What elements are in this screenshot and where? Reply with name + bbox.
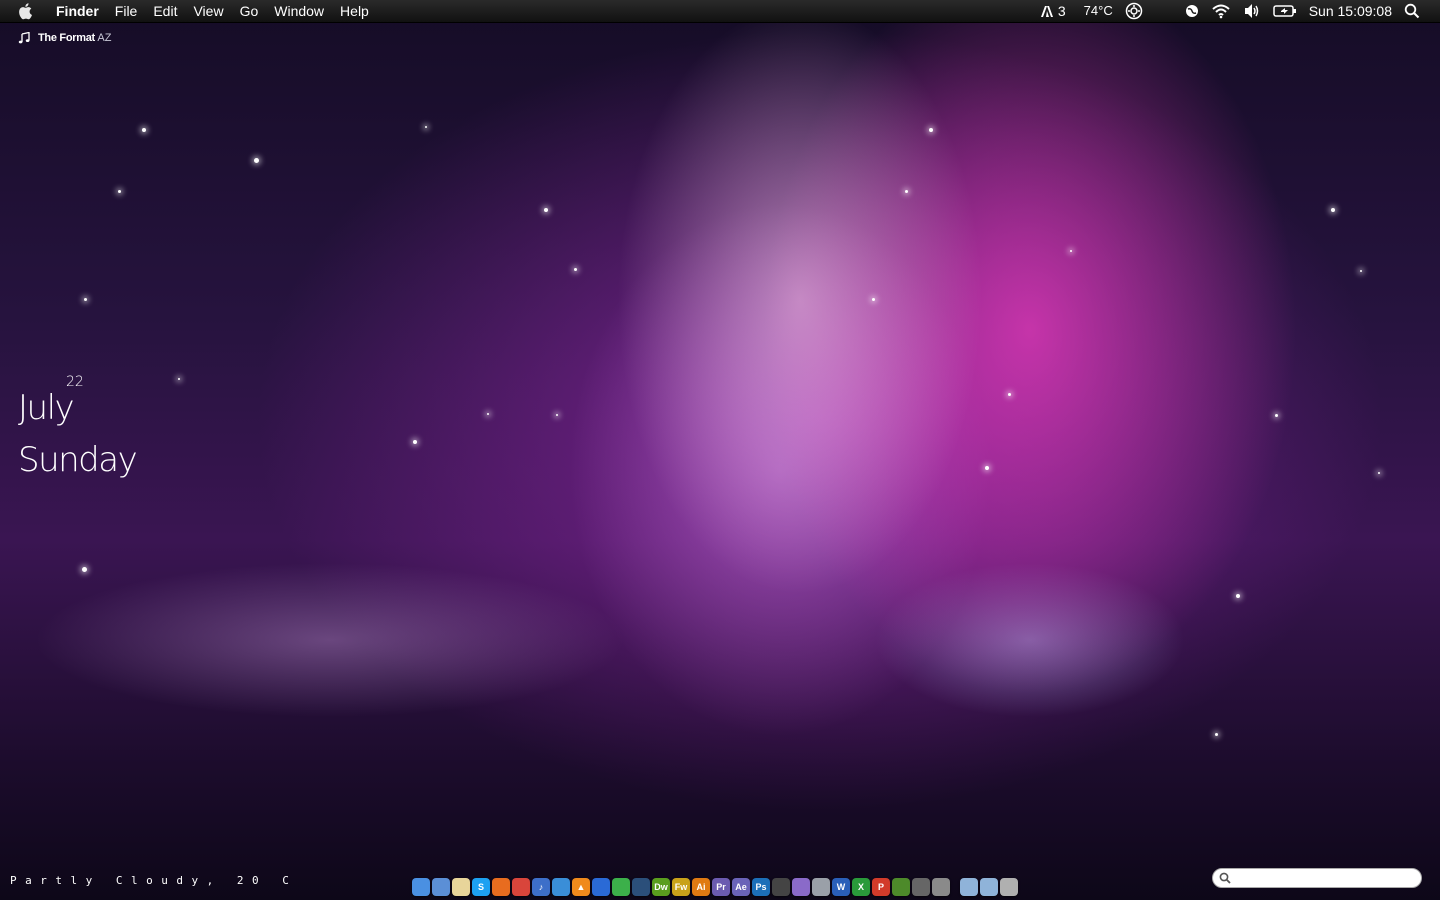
notes-icon[interactable]: [452, 878, 470, 896]
menu-bar: Finder File Edit View Go Window Help 3 7…: [0, 0, 1440, 23]
battery-icon[interactable]: [1267, 4, 1303, 18]
menu-go[interactable]: Go: [232, 0, 267, 22]
adobe-updater-status[interactable]: 3: [1034, 0, 1072, 22]
menu-view[interactable]: View: [185, 0, 231, 22]
dock: S ♪ ▲ Dw Fw Ai Pr Ae Ps W X P: [412, 868, 1018, 896]
menu-help[interactable]: Help: [332, 0, 377, 22]
app-dark-icon[interactable]: [632, 878, 650, 896]
after-effects-icon[interactable]: Ae: [732, 878, 750, 896]
documents-folder-icon[interactable]: [980, 878, 998, 896]
adobe-count: 3: [1057, 3, 1066, 19]
menubar-clock[interactable]: Sun 15:09:08: [1303, 0, 1398, 22]
menu-file[interactable]: File: [107, 0, 146, 22]
gear-icon[interactable]: [1119, 2, 1149, 20]
excel-icon[interactable]: X: [852, 878, 870, 896]
applications-folder-icon[interactable]: [960, 878, 978, 896]
trash-icon[interactable]: [1000, 878, 1018, 896]
disk-utility-icon[interactable]: [812, 878, 830, 896]
system-prefs-icon[interactable]: [932, 878, 950, 896]
xcode-icon[interactable]: [592, 878, 610, 896]
music-note-icon: [18, 32, 30, 44]
now-playing-album: AZ: [97, 32, 112, 44]
temperature-readout[interactable]: 74°C: [1078, 0, 1119, 22]
apple-menu-icon[interactable]: [18, 2, 36, 20]
date-month: July: [18, 388, 75, 428]
adobe-icon: [1040, 5, 1053, 17]
itunes-icon[interactable]: ♪: [532, 878, 550, 896]
chrome-icon[interactable]: [512, 878, 530, 896]
vlc-icon[interactable]: ▲: [572, 878, 590, 896]
globe-icon[interactable]: [1179, 4, 1205, 18]
finder-icon[interactable]: [412, 878, 430, 896]
menu-app-name[interactable]: Finder: [48, 0, 107, 22]
illustrator-icon[interactable]: Ai: [692, 878, 710, 896]
powerpoint-icon[interactable]: P: [872, 878, 890, 896]
menu-edit[interactable]: Edit: [145, 0, 185, 22]
app-green-icon[interactable]: [612, 878, 630, 896]
now-playing-artist: The Format: [38, 32, 95, 44]
wifi-icon[interactable]: [1205, 3, 1237, 19]
date-weekday: Sunday: [18, 440, 138, 480]
search-input[interactable]: [1235, 869, 1419, 887]
dreamweaver-icon[interactable]: Dw: [652, 878, 670, 896]
photoshop-icon[interactable]: Ps: [752, 878, 770, 896]
skype-icon[interactable]: S: [472, 878, 490, 896]
desktop-search-box[interactable]: [1212, 868, 1422, 888]
word-icon[interactable]: W: [832, 878, 850, 896]
search-icon: [1219, 872, 1231, 884]
now-playing-widget: The Format AZ: [18, 32, 111, 44]
keynote-icon[interactable]: [792, 878, 810, 896]
wallpaper-starfield: [0, 0, 1440, 900]
minecraft-icon[interactable]: [892, 878, 910, 896]
utility-icon[interactable]: [912, 878, 930, 896]
volume-icon[interactable]: [1237, 3, 1267, 19]
premiere-icon[interactable]: Pr: [712, 878, 730, 896]
mail-icon[interactable]: [432, 878, 450, 896]
fireworks-icon[interactable]: Fw: [672, 878, 690, 896]
weather-text: Partly Cloudy, 20 C: [10, 874, 298, 887]
safari-icon[interactable]: [552, 878, 570, 896]
spotlight-icon[interactable]: [1398, 3, 1426, 19]
menu-window[interactable]: Window: [266, 0, 332, 22]
firefox-icon[interactable]: [492, 878, 510, 896]
final-cut-icon[interactable]: [772, 878, 790, 896]
